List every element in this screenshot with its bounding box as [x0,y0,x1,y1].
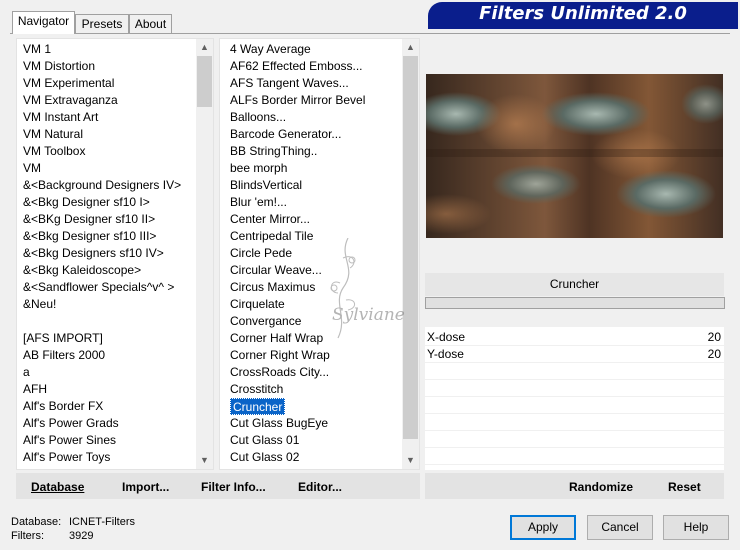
list-item[interactable]: &<Background Designers IV> [23,177,181,194]
list-item[interactable]: Alf's Power Grads [23,415,119,432]
parameter-row-empty[interactable] [425,431,724,448]
list-item[interactable]: a [23,364,30,381]
list-item[interactable]: VM Distortion [23,58,95,75]
scroll-up-icon[interactable]: ▲ [402,39,419,56]
parameter-row-empty[interactable] [425,414,724,431]
category-list[interactable]: VM 1 VM Distortion VM Experimental VM Extra… [16,38,214,470]
list-item[interactable]: &<Bkg Designer sf10 I> [23,194,150,211]
list-item[interactable]: Cut Glass BugEye [230,415,328,432]
parameter-row-empty[interactable] [425,448,724,465]
parameter-value: 20 [707,330,721,344]
list-item[interactable]: AF62 Effected Emboss... [230,58,363,75]
list-item[interactable]: Circus Maximus [230,279,315,296]
editor-button[interactable]: Editor... [298,473,342,499]
parameter-row[interactable]: Y-dose 20 [425,346,724,363]
scroll-down-icon[interactable]: ▼ [196,452,213,469]
parameter-row-empty[interactable] [425,380,724,397]
list-item[interactable]: Cirquelate [230,296,285,313]
filter-name: Cruncher [425,273,724,296]
parameter-row-empty[interactable] [425,363,724,380]
list-item[interactable]: [AFS IMPORT] [23,330,103,347]
scroll-thumb[interactable] [197,56,212,107]
list-item[interactable]: &<BKg Designer sf10 II> [23,211,155,228]
apply-button[interactable]: Apply [510,515,576,540]
scroll-up-icon[interactable]: ▲ [196,39,213,56]
randomize-button[interactable]: Randomize [569,473,633,499]
list-item[interactable]: Cruncher [230,398,286,415]
list-item[interactable]: Alf's Border FX [23,398,103,415]
list-item[interactable]: Blur 'em!... [230,194,287,211]
help-button[interactable]: Help [663,515,729,540]
tab-presets[interactable]: Presets [75,14,129,33]
list-item[interactable]: VM Toolbox [23,143,85,160]
filters-count-label: Filters: [11,530,44,542]
list-item[interactable]: Corner Half Wrap [230,330,323,347]
tab-about[interactable]: About [129,14,172,33]
list-item[interactable]: &<Bkg Designers sf10 IV> [23,245,164,262]
database-button[interactable]: Database [31,473,84,499]
list-item[interactable]: VM Experimental [23,75,114,92]
import-button[interactable]: Import... [122,473,169,499]
list-item[interactable]: Barcode Generator... [230,126,341,143]
list-item[interactable]: Crosstitch [230,381,283,398]
database-value: ICNET-Filters [69,516,135,528]
list-item[interactable]: VM Extravaganza [23,92,118,109]
list-item[interactable]: VM 1 [23,41,51,58]
list-item[interactable]: &<Bkg Kaleidoscope> [23,262,141,279]
list-item[interactable]: 4 Way Average [230,41,311,58]
list-item[interactable]: &Neu! [23,296,56,313]
watermark: Sylviane [318,237,413,351]
list-item[interactable]: VM Instant Art [23,109,98,126]
reset-button[interactable]: Reset [668,473,701,499]
tab-divider [10,33,730,34]
app-title-banner: Filters Unlimited 2.0 [428,2,738,26]
parameter-value: 20 [707,347,721,361]
parameter-slider-bar[interactable] [425,297,725,309]
category-scrollbar[interactable]: ▲ ▼ [196,39,213,469]
filter-info-button[interactable]: Filter Info... [201,473,266,499]
list-item[interactable]: VM [23,160,41,177]
list-item[interactable]: Cut Glass 02 [230,449,299,466]
parameter-row-empty[interactable] [425,397,724,414]
list-item[interactable]: ALFs Border Mirror Bevel [230,92,365,109]
list-item[interactable]: Convergance [230,313,301,330]
filters-count-value: 3929 [69,530,94,542]
list-item[interactable]: Centripedal Tile [230,228,313,245]
list-item[interactable]: Circular Weave... [230,262,322,279]
list-item[interactable]: Corner Right Wrap [230,347,330,364]
watermark-text: Sylviane [332,305,405,325]
list-item[interactable]: BB StringThing.. [230,143,317,160]
list-item[interactable]: CrossRoads City... [230,364,329,381]
parameter-table: X-dose 20 Y-dose 20 [425,327,724,470]
list-item[interactable]: Alf's Power Toys [23,449,110,466]
scroll-down-icon[interactable]: ▼ [402,452,419,469]
list-item[interactable]: AB Filters 2000 [23,347,105,364]
tab-navigator[interactable]: Navigator [12,11,75,34]
parameter-name: X-dose [427,330,466,344]
cancel-button[interactable]: Cancel [587,515,653,540]
preview-image [426,74,723,238]
list-item[interactable]: &<Bkg Designer sf10 III> [23,228,156,245]
parameter-row[interactable]: X-dose 20 [425,329,724,346]
list-item[interactable]: bee morph [230,160,287,177]
list-item[interactable]: AFH [23,381,47,398]
list-item[interactable]: BlindsVertical [230,177,302,194]
list-item[interactable]: &<Sandflower Specials^v^ > [23,279,174,296]
list-item[interactable]: AFS Tangent Waves... [230,75,349,92]
list-item[interactable]: Center Mirror... [230,211,310,228]
list-item[interactable]: Alf's Power Sines [23,432,116,449]
parameter-name: Y-dose [427,347,464,361]
banner-underline [428,26,738,29]
database-label: Database: [11,516,62,528]
list-item[interactable]: VM Natural [23,126,83,143]
list-item[interactable]: Circle Pede [230,245,292,262]
list-item[interactable]: Balloons... [230,109,286,126]
list-item[interactable]: Cut Glass 01 [230,432,299,449]
